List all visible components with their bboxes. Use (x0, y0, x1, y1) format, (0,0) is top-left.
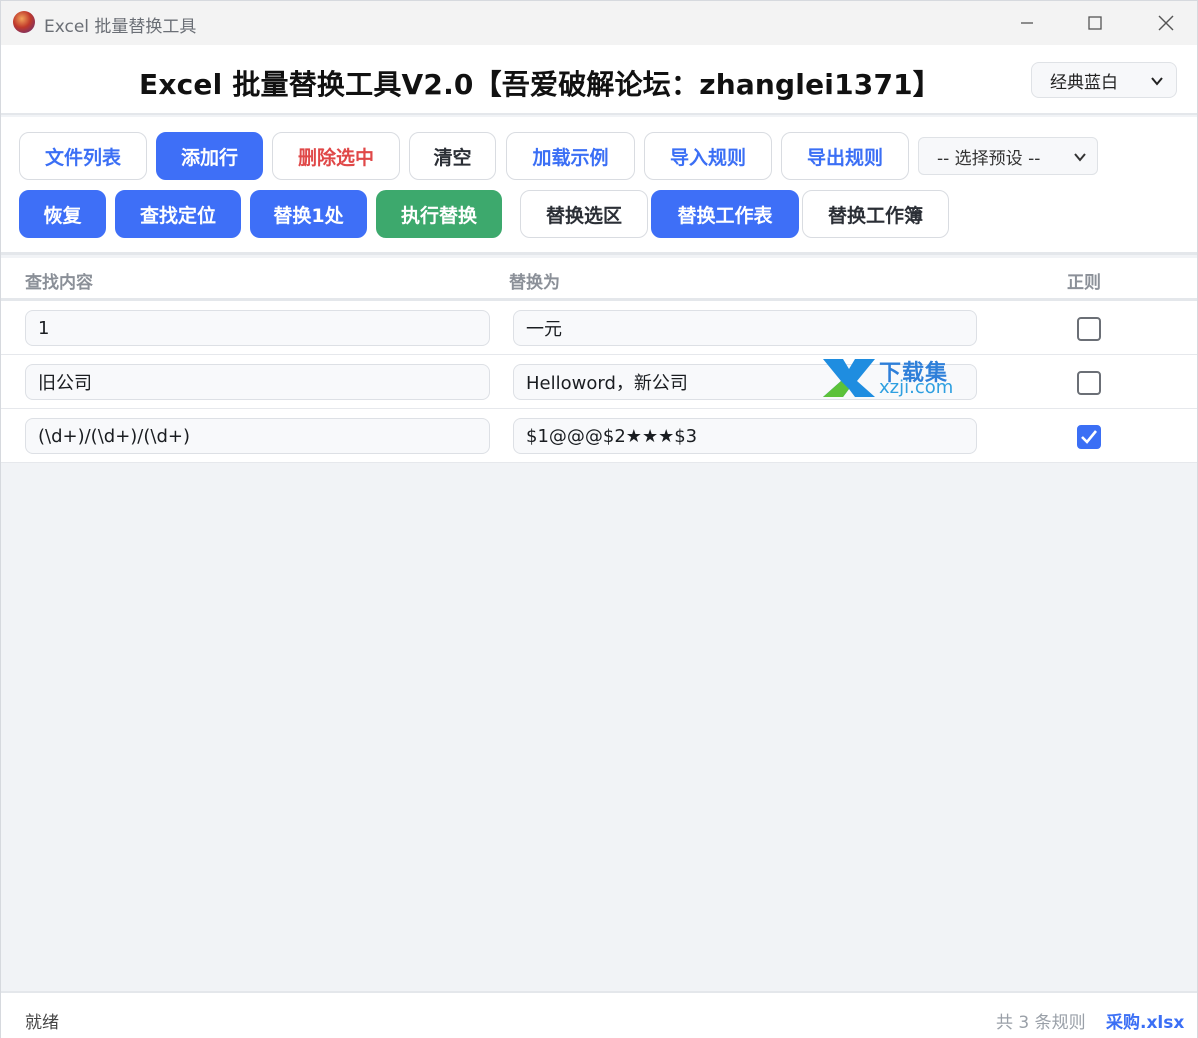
table-row: 1 一元 (1, 301, 1197, 355)
toolbar-button-6[interactable]: 导入规则 (644, 132, 772, 180)
watermark-logo-icon (823, 359, 875, 397)
find-input[interactable]: (\d+)/(\d+)/(\d+) (25, 418, 490, 454)
toolbar-button-5[interactable]: 替换选区 (520, 190, 648, 238)
rule-count: 共 3 条规则 (996, 1013, 1086, 1033)
minimize-button[interactable] (1004, 7, 1050, 39)
preset-select[interactable]: -- 选择预设 -- (918, 137, 1098, 175)
find-input[interactable]: 1 (25, 310, 490, 346)
column-header-replace: 替换为 (509, 273, 560, 293)
toolbar-button-4[interactable]: 执行替换 (376, 190, 502, 238)
app-window: Excel 批量替换工具 Excel 批量替换工具V2.0【吾爱破解论坛：zha… (0, 0, 1198, 1038)
title-bar: Excel 批量替换工具 (1, 1, 1197, 45)
replace-input[interactable]: 一元 (513, 310, 977, 346)
app-logo-icon (13, 11, 35, 33)
toolbar-button-1[interactable]: 文件列表 (19, 132, 147, 180)
page-title: Excel 批量替换工具V2.0【吾爱破解论坛：zhanglei1371】 (139, 68, 942, 101)
checkmark-icon (1081, 430, 1097, 444)
replace-input[interactable]: $1@@@$2★★★$3 (513, 418, 977, 454)
toolbar-button-5[interactable]: 加载示例 (506, 132, 635, 180)
column-header-regex: 正则 (1067, 273, 1101, 293)
site-watermark: 下载集 xzji.com (821, 355, 981, 401)
table-row: 旧公司 Helloword，新公司 (1, 355, 1197, 409)
chevron-down-icon (1074, 153, 1086, 162)
status-text: 就绪 (25, 1013, 59, 1033)
column-header-find: 查找内容 (25, 273, 93, 293)
window-title: Excel 批量替换工具 (44, 17, 197, 37)
toolbar-button-6[interactable]: 替换工作表 (651, 190, 799, 238)
regex-checkbox[interactable] (1077, 317, 1101, 341)
toolbar-button-2[interactable]: 添加行 (156, 132, 263, 180)
chevron-down-icon (1151, 77, 1163, 86)
table-row: (\d+)/(\d+)/(\d+) $1@@@$2★★★$3 (1, 409, 1197, 463)
toolbar-button-1[interactable]: 恢复 (19, 190, 106, 238)
toolbar-button-7[interactable]: 替换工作簿 (802, 190, 949, 238)
close-button[interactable] (1143, 7, 1189, 39)
toolbar: 文件列表 添加行 删除选中 清空 加载示例 导入规则 导出规则 -- 选择预设 -- 恢复查… (1, 117, 1197, 255)
regex-checkbox[interactable] (1077, 371, 1101, 395)
maximize-button[interactable] (1072, 7, 1118, 39)
toolbar-button-4[interactable]: 清空 (409, 132, 496, 180)
preset-select-value: -- 选择预设 -- (937, 148, 1041, 169)
app-header: Excel 批量替换工具V2.0【吾爱破解论坛：zhanglei1371】 经典… (1, 45, 1197, 115)
find-input[interactable]: 旧公司 (25, 364, 490, 400)
watermark-url: xzji.com (879, 377, 954, 398)
minimize-icon (1021, 22, 1033, 24)
close-icon (1158, 15, 1174, 31)
toolbar-button-3[interactable]: 替换1处 (250, 190, 367, 238)
theme-select-value: 经典蓝白 (1050, 72, 1118, 93)
toolbar-button-7[interactable]: 导出规则 (781, 132, 909, 180)
maximize-icon (1088, 16, 1102, 30)
status-bar: 就绪 共 3 条规则 采购.xlsx (1, 991, 1197, 1038)
toolbar-button-2[interactable]: 查找定位 (115, 190, 241, 238)
current-file-link[interactable]: 采购.xlsx (1106, 1008, 1184, 1033)
regex-checkbox[interactable] (1077, 425, 1101, 449)
table-header: 查找内容 替换为 正则 (1, 258, 1197, 301)
toolbar-button-3[interactable]: 删除选中 (272, 132, 400, 180)
theme-select[interactable]: 经典蓝白 (1031, 62, 1177, 98)
